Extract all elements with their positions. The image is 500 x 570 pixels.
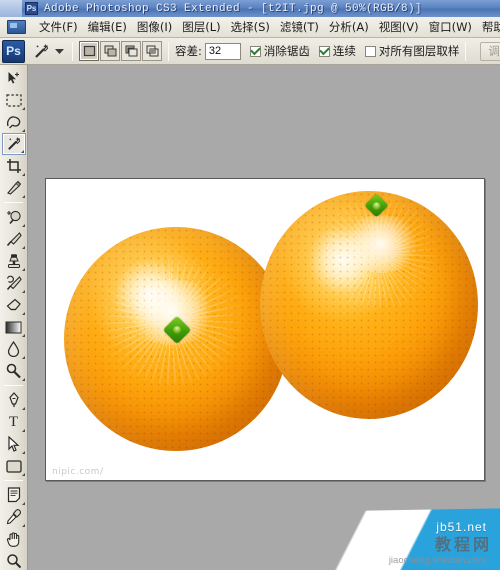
orange-right-highlight	[340, 215, 422, 273]
gradient-tool[interactable]	[2, 316, 26, 338]
sample-all-layers-checkbox[interactable]	[364, 45, 376, 57]
toolbox-separator-3	[4, 480, 23, 481]
options-separator-1	[72, 41, 73, 61]
toolbox-separator-2	[4, 385, 23, 386]
photoshop-icon: Ps	[25, 2, 38, 15]
title-bar-left-strip	[0, 0, 22, 17]
magnifier-icon[interactable]	[2, 550, 26, 570]
rectangular-marquee-tool[interactable]	[2, 89, 26, 111]
rectangle-shape-tool[interactable]	[2, 455, 26, 477]
subtract-selection-icon[interactable]	[121, 41, 141, 61]
sample-all-layers-label: 对所有图层取样	[378, 44, 460, 58]
anti-alias-checkbox[interactable]	[249, 45, 261, 57]
photoshop-logo-icon: Ps	[2, 39, 25, 63]
workspace-area[interactable]: nipic.com/	[28, 65, 500, 570]
toolbox-separator-1	[4, 202, 23, 203]
spot-healing-brush-tool[interactable]	[2, 206, 26, 228]
contiguous-checkbox[interactable]	[318, 45, 330, 57]
magic-wand-icon[interactable]	[29, 40, 53, 62]
tool-options-bar: Ps 容差: 32 消除锯齿 连续 对所有图层取样 调	[0, 38, 500, 65]
orange-left	[64, 227, 288, 451]
image-source-watermark: nipic.com/	[52, 467, 104, 477]
lasso-tool[interactable]	[2, 111, 26, 133]
menu-item-edit[interactable]: 编辑(E)	[83, 17, 132, 37]
document-canvas[interactable]: nipic.com/	[45, 178, 485, 481]
orange-right	[260, 191, 478, 419]
menu-bar: 文件(F) 编辑(E) 图像(I) 图层(L) 选择(S) 滤镜(T) 分析(A…	[0, 17, 500, 38]
tolerance-input[interactable]	[204, 42, 241, 60]
menu-item-layer[interactable]: 图层(L)	[177, 17, 225, 37]
magic-wand-tool[interactable]	[1, 133, 26, 155]
move-tool[interactable]	[2, 67, 26, 89]
photoshop-app-icon[interactable]	[4, 18, 30, 37]
window-title: Adobe Photoshop CS3 Extended - [t2IT.jpg…	[44, 2, 423, 15]
clone-stamp-tool[interactable]	[2, 250, 26, 272]
menu-item-filter[interactable]: 滤镜(T)	[275, 17, 324, 37]
menu-item-help[interactable]: 帮助(H)	[477, 17, 500, 37]
notes-tool[interactable]	[2, 484, 26, 506]
contiguous-label: 连续	[332, 44, 356, 58]
brush-tool[interactable]	[2, 228, 26, 250]
history-brush-tool[interactable]	[2, 272, 26, 294]
sample-all-layers-checkbox-group[interactable]: 对所有图层取样	[364, 43, 460, 59]
anti-alias-checkbox-group[interactable]: 消除锯齿	[249, 43, 310, 59]
add-selection-icon[interactable]	[100, 41, 120, 61]
contiguous-checkbox-group[interactable]: 连续	[318, 43, 356, 59]
dodge-tool[interactable]	[2, 360, 26, 382]
refine-edge-button[interactable]: 调整边缘	[480, 41, 500, 61]
menu-item-select[interactable]: 选择(S)	[226, 17, 275, 37]
selection-mode-group	[79, 41, 162, 61]
blur-drop-icon[interactable]	[2, 338, 26, 360]
menu-item-window[interactable]: 窗口(W)	[424, 17, 477, 37]
new-selection-icon[interactable]	[79, 41, 99, 61]
menu-item-image[interactable]: 图像(I)	[132, 17, 177, 37]
crop-tool[interactable]	[2, 155, 26, 177]
window-title-bar: Ps Adobe Photoshop CS3 Extended - [t2IT.…	[0, 0, 500, 17]
options-separator-2	[168, 41, 169, 61]
tool-preset-chevron-down-icon[interactable]	[53, 40, 66, 62]
menu-item-view[interactable]: 视图(V)	[374, 17, 424, 37]
menu-item-file[interactable]: 文件(F)	[34, 17, 83, 37]
intersect-selection-icon[interactable]	[142, 41, 162, 61]
eraser-tool[interactable]	[2, 294, 26, 316]
options-separator-3	[465, 41, 467, 61]
eyedropper-tool[interactable]	[2, 506, 26, 528]
type-T-icon[interactable]: T	[2, 411, 26, 433]
path-selection-tool[interactable]	[2, 433, 26, 455]
pen-tool[interactable]	[2, 389, 26, 411]
tolerance-label: 容差:	[175, 44, 202, 58]
hand-tool[interactable]	[2, 528, 26, 550]
slice-tool[interactable]	[2, 177, 26, 199]
menu-item-analysis[interactable]: 分析(A)	[324, 17, 374, 37]
anti-alias-label: 消除锯齿	[263, 44, 310, 58]
toolbox-panel: T	[0, 65, 28, 570]
